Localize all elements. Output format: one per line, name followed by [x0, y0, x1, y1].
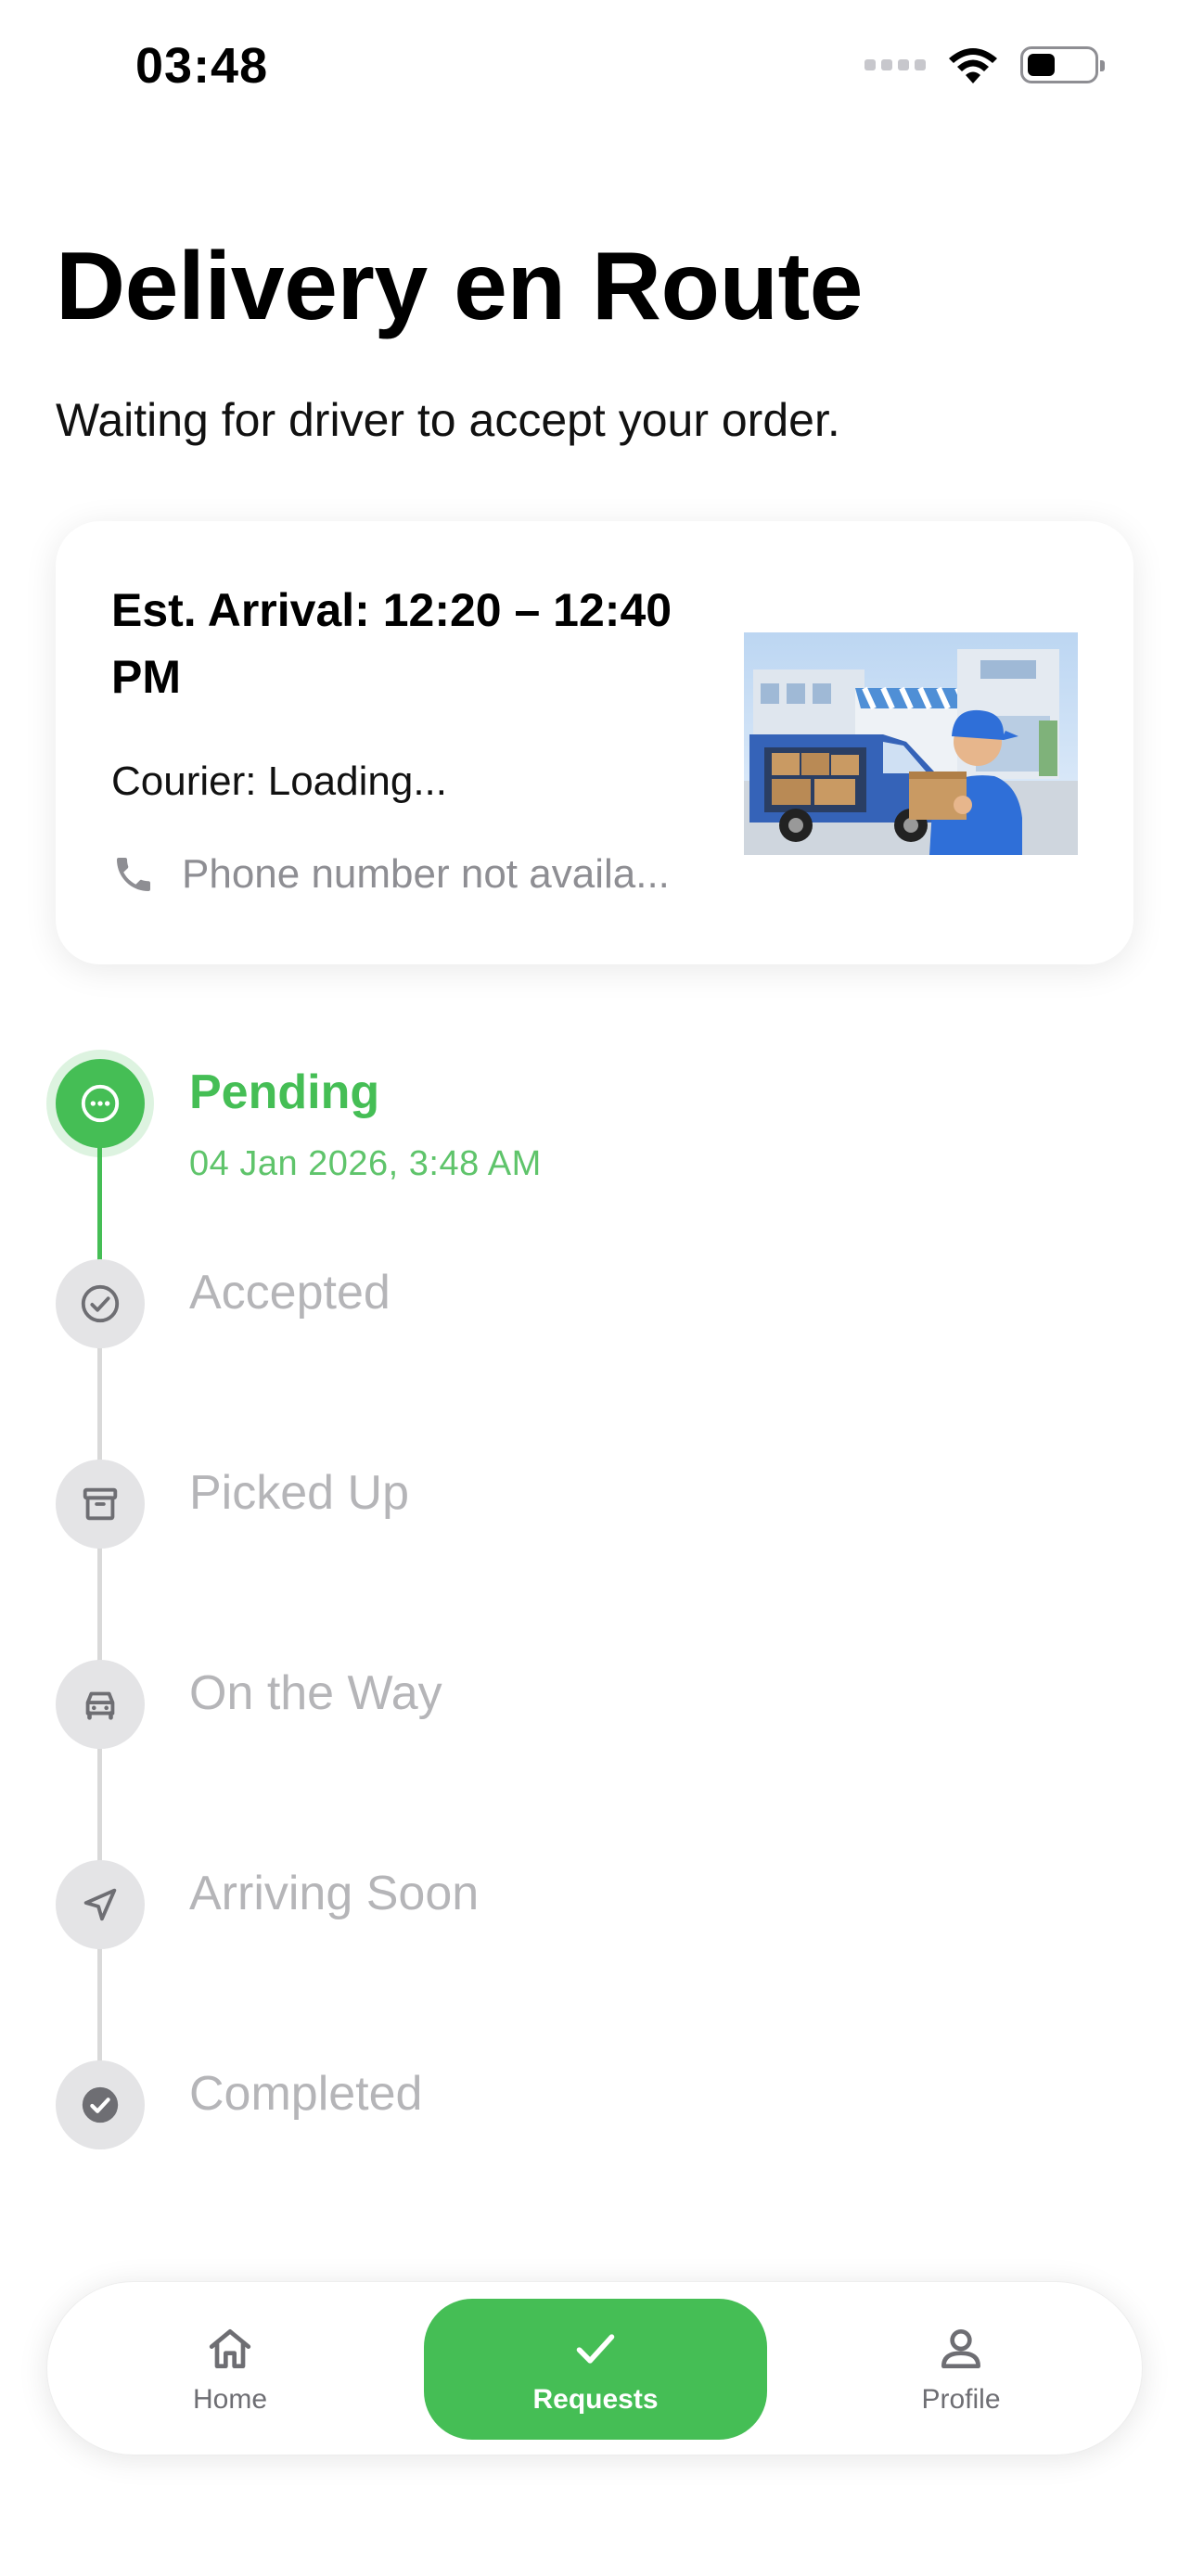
courier-name: Courier: Loading...	[111, 759, 447, 804]
step-label: Arriving Soon	[189, 1867, 480, 1920]
courier-phone: Phone number not availa...	[182, 851, 670, 897]
navigation-arrow-icon	[56, 1860, 145, 1949]
bottom-navigation: Home Requests Profile	[46, 2281, 1143, 2455]
nav-label: Profile	[921, 2384, 1001, 2415]
page-title: Delivery en Route	[56, 233, 864, 340]
nav-profile[interactable]: Profile	[789, 2299, 1133, 2440]
courier-illustration	[744, 632, 1078, 855]
nav-label: Requests	[532, 2384, 659, 2415]
page-subtitle: Waiting for driver to accept your order.	[56, 394, 840, 446]
home-icon	[209, 2329, 251, 2368]
timeline-connector-active	[97, 1141, 102, 1261]
step-timestamp: 04 Jan 2026, 3:48 AM	[189, 1144, 542, 1183]
car-icon	[56, 1660, 145, 1749]
delivery-screen: 03:48 Delivery en Route Waiting for driv…	[0, 0, 1191, 2576]
nav-requests[interactable]: Requests	[424, 2299, 767, 2440]
cellular-signal-icon	[864, 59, 926, 70]
step-label: Accepted	[189, 1266, 391, 1320]
wifi-icon	[949, 48, 997, 83]
step-label: Completed	[189, 2067, 423, 2121]
battery-icon	[1020, 46, 1105, 83]
step-label: On the Way	[189, 1666, 442, 1720]
more-circle-icon	[56, 1059, 145, 1148]
estimated-arrival: Est. Arrival: 12:20 – 12:40 PM	[111, 584, 672, 703]
check-circle-filled-icon	[56, 2060, 145, 2149]
status-time: 03:48	[135, 38, 269, 94]
person-icon	[941, 2329, 980, 2368]
courier-phone-row[interactable]: Phone number not availa...	[111, 851, 670, 898]
nav-label: Home	[192, 2384, 268, 2415]
delivery-info-card: Est. Arrival: 12:20 – 12:40 PM Courier: …	[56, 521, 1133, 964]
check-circle-outline-icon	[56, 1259, 145, 1348]
nav-home[interactable]: Home	[58, 2299, 402, 2440]
status-icons	[864, 45, 1105, 85]
phone-icon	[117, 858, 150, 891]
archive-box-icon	[56, 1460, 145, 1549]
check-icon	[576, 2334, 615, 2364]
step-label: Picked Up	[189, 1466, 409, 1520]
step-label: Pending	[189, 1065, 380, 1119]
